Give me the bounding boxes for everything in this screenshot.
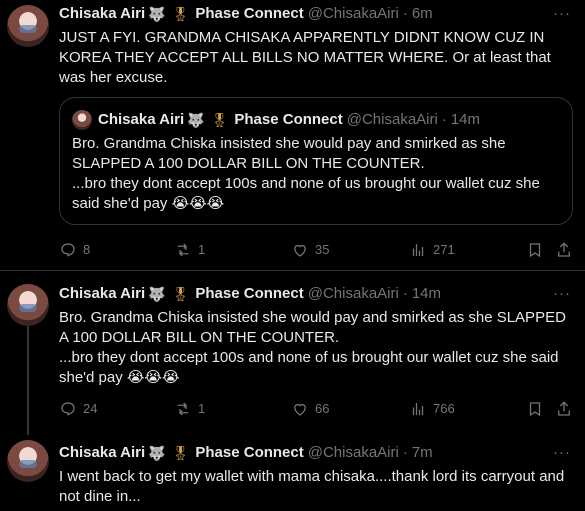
reply-count: 8 (83, 242, 91, 257)
view-count: 271 (433, 242, 455, 257)
avatar[interactable] (7, 284, 49, 326)
repost-icon (177, 243, 189, 257)
tweet-2[interactable]: Chisaka Airi 🐺 🎖 Phase Connect @ChisakaA… (0, 271, 585, 435)
affiliation-label[interactable]: Phase Connect (195, 4, 303, 24)
quote-text: Bro. Grandma Chiska insisted she would p… (72, 135, 540, 212)
repost-button[interactable]: 1 (174, 399, 205, 419)
author-name[interactable]: Chisaka Airi (59, 443, 145, 463)
affiliation-label[interactable]: Phase Connect (195, 443, 303, 463)
tweet-header: Chisaka Airi 🐺 🎖 Phase Connect @ChisakaA… (59, 284, 571, 304)
like-count: 35 (315, 242, 330, 257)
share-button[interactable] (555, 241, 579, 259)
separator-dot: · (402, 444, 408, 461)
separator-dot: · (441, 111, 447, 128)
repost-count: 1 (198, 401, 206, 416)
tweet-text: JUST A FYI. GRANDMA CHISAKA APPARENTLY D… (59, 29, 556, 86)
quote-affiliation-label: Phase Connect (234, 111, 343, 128)
like-button[interactable]: 35 (291, 240, 329, 260)
action-bar: 24 1 66 766 (59, 399, 571, 419)
share-icon (558, 242, 570, 257)
share-icon (558, 401, 570, 416)
views-button[interactable]: 271 (409, 240, 455, 260)
more-options-icon[interactable]: ··· (553, 4, 571, 24)
medal-badge-icon: 🎖 (171, 445, 190, 461)
author-name[interactable]: Chisaka Airi (59, 284, 145, 304)
medal-badge-icon: 🎖 (210, 112, 229, 128)
quote-header: Chisaka Airi 🐺 🎖 Phase Connect @ChisakaA… (72, 110, 480, 130)
quote-avatar (72, 110, 92, 130)
bookmark-icon (529, 243, 541, 258)
author-handle[interactable]: @ChisakaAiri (308, 284, 399, 304)
reply-button[interactable]: 8 (59, 240, 90, 260)
author-name[interactable]: Chisaka Airi (59, 4, 145, 24)
timestamp[interactable]: 6m (412, 4, 433, 24)
view-count: 766 (433, 401, 455, 416)
timestamp[interactable]: 7m (412, 443, 433, 463)
avatar[interactable] (7, 5, 49, 47)
wolf-badge-icon: 🐺 (187, 112, 205, 128)
thread-connector (27, 321, 29, 435)
wolf-badge-icon: 🐺 (148, 445, 166, 461)
more-options-icon[interactable]: ··· (553, 443, 571, 463)
quote-author-name: Chisaka Airi (98, 111, 185, 128)
avatar[interactable] (7, 440, 49, 482)
heart-icon (294, 244, 306, 257)
separator-dot: · (402, 285, 408, 302)
affiliation-label[interactable]: Phase Connect (195, 284, 303, 304)
tweet-1[interactable]: Chisaka Airi 🐺 🎖 Phase Connect @ChisakaA… (0, 0, 585, 271)
author-handle[interactable]: @ChisakaAiri (308, 443, 399, 463)
quote-timestamp: 14m (450, 111, 481, 128)
action-bar: 8 1 35 271 (59, 240, 571, 260)
share-button[interactable] (555, 400, 579, 418)
repost-icon (177, 402, 189, 416)
quote-author-handle: @ChisakaAiri (346, 111, 438, 128)
tweet-3[interactable]: Chisaka Airi 🐺 🎖 Phase Connect @ChisakaA… (0, 433, 585, 511)
bookmark-button[interactable] (526, 241, 550, 259)
bookmark-icon (529, 402, 541, 417)
repost-count: 1 (198, 242, 206, 257)
reply-count: 24 (83, 401, 98, 416)
wolf-badge-icon: 🐺 (148, 286, 166, 302)
like-count: 66 (315, 401, 330, 416)
timestamp[interactable]: 14m (412, 284, 441, 304)
reply-icon (61, 402, 75, 416)
repost-button[interactable]: 1 (174, 240, 205, 260)
separator-dot: · (402, 5, 408, 22)
wolf-badge-icon: 🐺 (148, 6, 166, 22)
more-options-icon[interactable]: ··· (553, 284, 571, 304)
reply-button[interactable]: 24 (59, 399, 97, 419)
reply-icon (61, 243, 75, 257)
views-button[interactable]: 766 (409, 399, 455, 419)
medal-badge-icon: 🎖 (171, 6, 190, 22)
heart-icon (294, 403, 306, 416)
medal-badge-icon: 🎖 (171, 286, 190, 302)
tweet-text: Bro. Grandma Chiska insisted she would p… (59, 309, 566, 386)
tweet-text: I went back to get my wallet with mama c… (59, 468, 569, 505)
like-button[interactable]: 66 (291, 399, 329, 419)
quoted-tweet[interactable]: Chisaka Airi 🐺 🎖 Phase Connect @ChisakaA… (59, 97, 573, 225)
tweet-header: Chisaka Airi 🐺 🎖 Phase Connect @ChisakaA… (59, 443, 571, 463)
tweet-header: Chisaka Airi 🐺 🎖 Phase Connect @ChisakaA… (59, 4, 571, 24)
analytics-icon (412, 403, 424, 415)
author-handle[interactable]: @ChisakaAiri (308, 4, 399, 24)
analytics-icon (412, 244, 424, 256)
bookmark-button[interactable] (526, 400, 550, 418)
